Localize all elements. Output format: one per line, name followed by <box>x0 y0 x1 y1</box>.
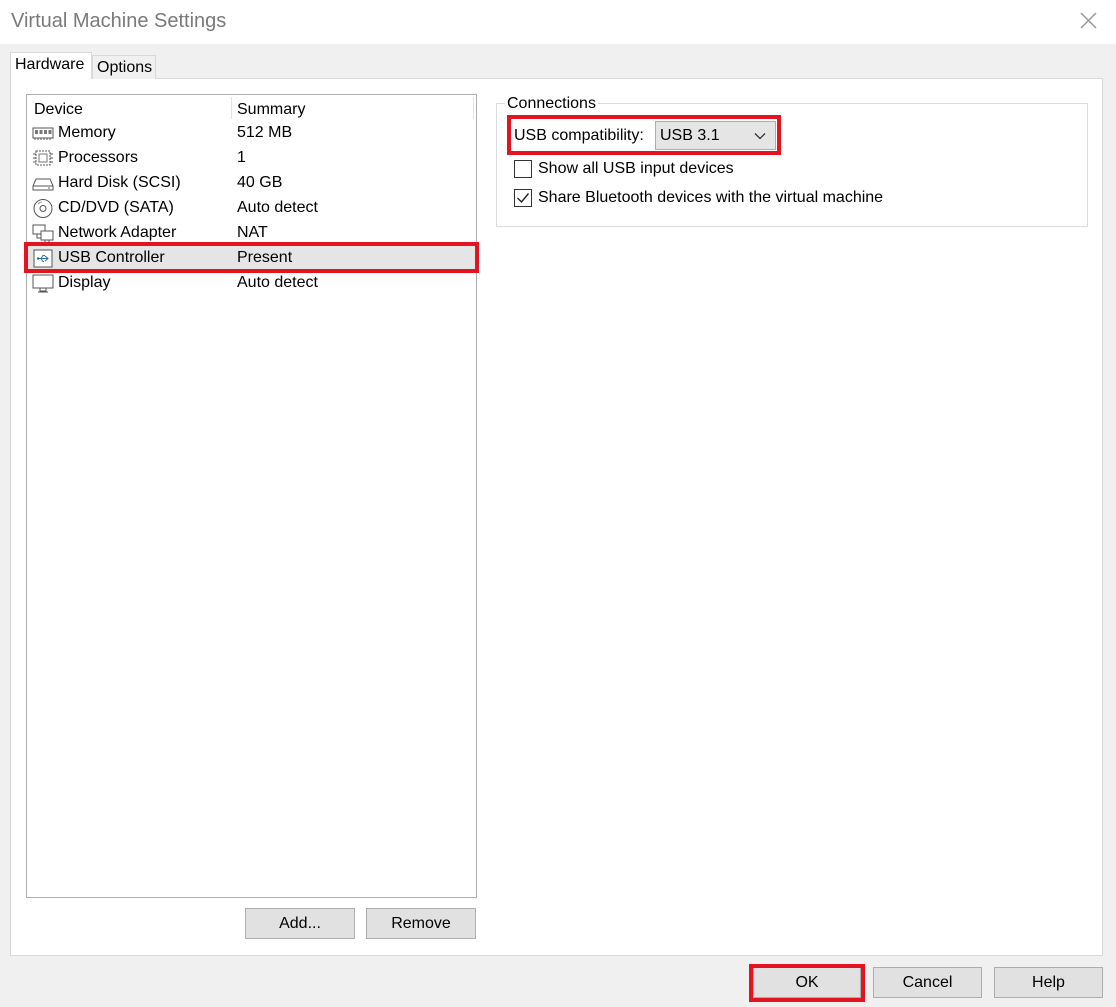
show-all-usb-checkbox[interactable] <box>514 160 532 178</box>
connections-group-label: Connections <box>505 95 598 113</box>
device-summary: 1 <box>237 149 246 166</box>
device-row-network-adapter[interactable]: Network Adapter NAT <box>27 221 476 246</box>
device-name: Hard Disk (SCSI) <box>58 174 181 191</box>
device-name: USB Controller <box>58 249 165 266</box>
device-row-display[interactable]: Display Auto detect <box>27 271 476 296</box>
cancel-button[interactable]: Cancel <box>873 967 982 998</box>
device-row-processors[interactable]: Processors 1 <box>27 146 476 171</box>
device-row-cd-dvd[interactable]: CD/DVD (SATA) Auto detect <box>27 196 476 221</box>
device-summary: Present <box>237 249 293 266</box>
device-summary: 40 GB <box>237 174 283 191</box>
display-icon <box>32 273 54 294</box>
tab-options-label: Options <box>97 59 153 76</box>
hard-disk-icon <box>32 173 54 194</box>
column-divider[interactable] <box>231 97 232 119</box>
show-all-usb-label[interactable]: Show all USB input devices <box>538 160 734 178</box>
add-device-button[interactable]: Add... <box>245 908 355 939</box>
device-name: Display <box>58 274 111 291</box>
device-row-usb-controller[interactable]: USB Controller Present <box>27 246 476 271</box>
checkmark-icon <box>517 193 530 204</box>
virtual-machine-settings-dialog: Virtual Machine Settings Hardware Option… <box>0 0 1116 1007</box>
device-summary: Auto detect <box>237 274 318 291</box>
usb-compatibility-value: USB 3.1 <box>660 127 720 144</box>
column-divider <box>473 97 474 119</box>
help-button[interactable]: Help <box>994 967 1103 998</box>
device-row-hard-disk[interactable]: Hard Disk (SCSI) 40 GB <box>27 171 476 196</box>
network-adapter-icon <box>32 223 54 244</box>
device-list-header: Device Summary <box>27 95 476 121</box>
tab-hardware-label: Hardware <box>15 56 85 73</box>
ok-button[interactable]: OK <box>753 967 861 998</box>
device-name: Network Adapter <box>58 224 177 241</box>
usb-icon <box>32 248 54 269</box>
usb-compatibility-select[interactable]: USB 3.1 <box>655 121 776 150</box>
device-name: Memory <box>58 124 116 141</box>
title-bar: Virtual Machine Settings <box>0 0 1116 44</box>
share-bluetooth-checkbox[interactable] <box>514 189 532 207</box>
close-icon[interactable] <box>1076 8 1102 34</box>
tab-options[interactable]: Options <box>92 55 156 79</box>
device-row-memory[interactable]: Memory 512 MB <box>27 121 476 146</box>
processor-icon <box>32 148 54 169</box>
column-header-device[interactable]: Device <box>34 101 83 119</box>
device-summary: NAT <box>237 224 268 241</box>
device-name: Processors <box>58 149 139 166</box>
column-header-summary[interactable]: Summary <box>237 101 305 119</box>
share-bluetooth-label[interactable]: Share Bluetooth devices with the virtual… <box>538 189 883 207</box>
device-summary: Auto detect <box>237 199 318 216</box>
device-summary: 512 MB <box>237 124 293 141</box>
tab-hardware[interactable]: Hardware <box>10 52 92 79</box>
usb-compatibility-label: USB compatibility: <box>514 127 644 144</box>
cd-dvd-icon <box>32 198 54 219</box>
memory-icon <box>32 123 54 144</box>
device-list[interactable]: Device Summary Memory 512 MB Processors … <box>26 94 477 898</box>
window-title: Virtual Machine Settings <box>11 10 227 32</box>
remove-device-button[interactable]: Remove <box>366 908 476 939</box>
device-name: CD/DVD (SATA) <box>58 199 174 216</box>
chevron-down-icon <box>753 129 767 143</box>
